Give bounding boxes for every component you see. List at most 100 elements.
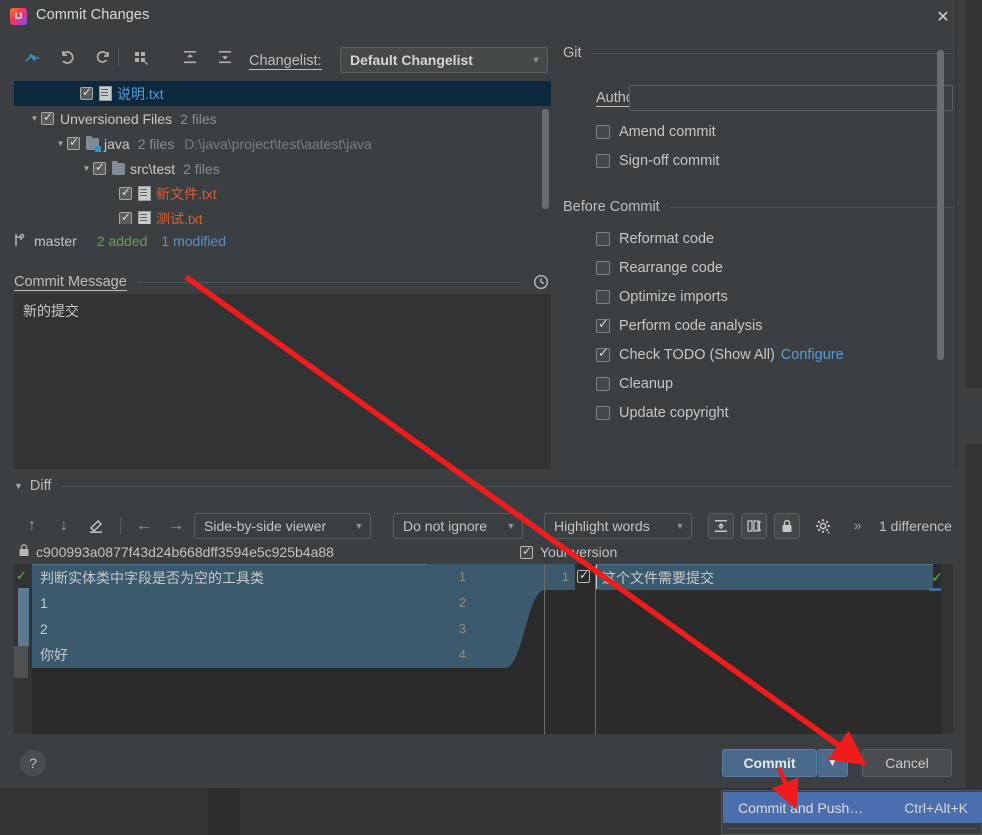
commit-button[interactable]: Commit xyxy=(722,749,817,777)
perform-code-analysis-label: Perform code analysis xyxy=(619,317,763,334)
commit-dropdown-button[interactable]: ▼ xyxy=(817,749,848,777)
optimize-imports-row[interactable]: Optimize imports xyxy=(563,282,953,311)
previous-difference-icon[interactable]: ↑ xyxy=(19,513,45,539)
chevron-down-icon[interactable]: ▼ xyxy=(14,481,23,491)
changes-file-tree[interactable]: 说明.txt ▼ Unversioned Files 2 files ▼ jav… xyxy=(14,81,551,224)
file-checkbox[interactable] xyxy=(93,160,106,175)
diff-line: 判断实体类中字段是否为空的工具类 xyxy=(32,564,427,590)
divider xyxy=(728,828,976,829)
gear-icon[interactable] xyxy=(810,513,836,539)
options-scrollbar[interactable] xyxy=(937,50,944,360)
update-copyright-row[interactable]: Update copyright xyxy=(563,398,953,427)
table-row[interactable]: ▼ java 2 files D:\java\project\test\aate… xyxy=(14,131,551,156)
close-icon[interactable]: ✕ xyxy=(920,0,966,33)
more-options-icon[interactable]: » xyxy=(854,518,861,533)
commit-message-input[interactable]: 新的提交 xyxy=(14,294,551,469)
diff-left-line-numbers: 1 2 3 4 xyxy=(427,564,475,734)
diff-left-header: c900993a0877f43d24b668dff3594e5c925b4a88 xyxy=(18,544,334,560)
configure-link[interactable]: Configure xyxy=(781,347,844,363)
lock-icon[interactable] xyxy=(774,513,800,539)
ignore-mode-combobox[interactable]: Do not ignore ▼ xyxy=(393,513,523,539)
expand-all-icon[interactable] xyxy=(176,44,204,70)
check-todo-row[interactable]: Check TODO (Show All) Configure xyxy=(563,340,953,369)
help-button[interactable]: ? xyxy=(20,750,46,776)
line-number: 4 xyxy=(458,647,466,662)
cleanup-checkbox[interactable] xyxy=(596,376,610,391)
table-row[interactable]: 新文件.txt xyxy=(14,181,551,206)
perform-code-analysis-checkbox[interactable] xyxy=(596,316,610,333)
folder-name: java xyxy=(104,135,130,152)
branch-name: master xyxy=(34,233,77,249)
amend-commit-checkbox[interactable] xyxy=(596,124,610,139)
line-number: 2 xyxy=(458,595,466,610)
diff-left-title: c900993a0877f43d24b668dff3594e5c925b4a88 xyxy=(36,544,334,560)
background-right-upper xyxy=(966,0,982,388)
author-field[interactable] xyxy=(629,85,953,111)
check-todo-checkbox[interactable] xyxy=(596,345,610,362)
table-row[interactable]: ▼ Unversioned Files 2 files xyxy=(14,106,551,131)
background-right-lower xyxy=(966,444,982,748)
collapse-unchanged-icon[interactable] xyxy=(708,513,734,539)
show-diff-icon[interactable] xyxy=(18,44,46,70)
folder-icon xyxy=(112,160,125,175)
table-row[interactable]: ▼ src\test 2 files xyxy=(14,156,551,181)
file-checkbox[interactable] xyxy=(41,110,54,125)
rearrange-code-row[interactable]: Rearrange code xyxy=(563,253,953,282)
changelist-combobox[interactable]: Default Changelist ▼ xyxy=(340,47,548,73)
diff-line: 这个文件需要提交 xyxy=(596,564,933,590)
highlight-mode-value: Highlight words xyxy=(554,518,650,534)
accept-line-checkbox[interactable] xyxy=(577,568,590,583)
text-caret xyxy=(596,565,597,589)
group-by-icon[interactable] xyxy=(128,44,156,70)
table-row[interactable]: 说明.txt xyxy=(14,81,551,106)
diff-right-title: Your version xyxy=(540,544,618,560)
refresh-icon[interactable] xyxy=(88,44,116,70)
diff-right-scrollbar[interactable] xyxy=(941,564,953,734)
diff-left-pane[interactable]: ✓ 判断实体类中字段是否为空的工具类 1 2 你好 1 2 3 4 xyxy=(14,564,545,734)
update-copyright-label: Update copyright xyxy=(619,404,729,421)
diff-viewer[interactable]: ✓ 判断实体类中字段是否为空的工具类 1 2 你好 1 2 3 4 1 ✓ 这个… xyxy=(14,564,953,734)
file-checkbox[interactable] xyxy=(80,85,93,100)
your-version-checkbox[interactable] xyxy=(520,544,533,559)
accept-left-icon[interactable]: ← xyxy=(131,513,157,539)
file-tree-scrollbar[interactable] xyxy=(542,109,549,209)
next-difference-icon[interactable]: ↓ xyxy=(51,513,77,539)
chevron-down-icon[interactable]: ▼ xyxy=(54,139,67,148)
update-copyright-checkbox[interactable] xyxy=(596,405,610,420)
diff-left-text[interactable]: 判断实体类中字段是否为空的工具类 1 2 你好 xyxy=(32,564,427,734)
sign-off-commit-checkbox[interactable] xyxy=(596,153,610,168)
commit-message-title: Commit Message xyxy=(14,274,127,291)
chevron-down-icon[interactable]: ▼ xyxy=(28,114,41,123)
change-marker xyxy=(18,588,29,646)
collapse-all-icon[interactable] xyxy=(211,44,239,70)
sign-off-commit-row[interactable]: Sign-off commit xyxy=(563,146,953,175)
perform-code-analysis-row[interactable]: Perform code analysis xyxy=(563,311,953,340)
revert-icon[interactable] xyxy=(53,44,81,70)
cancel-button[interactable]: Cancel xyxy=(862,749,952,777)
diff-right-pane[interactable]: 1 这个文件需要提交 ✓ xyxy=(545,564,953,734)
viewer-mode-combobox[interactable]: Side-by-side viewer ▼ xyxy=(194,513,371,539)
reformat-code-row[interactable]: Reformat code xyxy=(563,224,953,253)
reformat-code-checkbox[interactable] xyxy=(596,231,610,246)
check-todo-label: Check TODO (Show All) xyxy=(619,346,775,363)
optimize-imports-checkbox[interactable] xyxy=(596,289,610,304)
rearrange-code-label: Rearrange code xyxy=(619,259,723,276)
file-checkbox[interactable] xyxy=(67,135,80,150)
edit-source-icon[interactable] xyxy=(83,513,109,539)
amend-commit-row[interactable]: Amend commit xyxy=(563,117,953,146)
author-row: Author: xyxy=(563,85,953,111)
accept-right-icon[interactable]: → xyxy=(163,513,189,539)
clock-history-icon[interactable] xyxy=(531,272,551,292)
table-row[interactable]: 测试.txt xyxy=(14,206,551,224)
commit-options-panel: Git Author: Amend commit Sign-off commit… xyxy=(563,45,953,470)
cleanup-row[interactable]: Cleanup xyxy=(563,369,953,398)
synchronize-scroll-icon[interactable] xyxy=(741,513,767,539)
rearrange-code-checkbox[interactable] xyxy=(596,260,610,275)
diff-right-header: Your version xyxy=(520,544,617,560)
highlight-mode-combobox[interactable]: Highlight words ▼ xyxy=(544,513,692,539)
accept-change-icon[interactable]: ✓ xyxy=(16,568,27,584)
menu-item-commit-and-push[interactable]: Commit and Push… Ctrl+Alt+K xyxy=(723,792,982,823)
file-checkbox[interactable] xyxy=(119,185,132,200)
file-checkbox[interactable] xyxy=(119,210,132,224)
chevron-down-icon[interactable]: ▼ xyxy=(80,164,93,173)
